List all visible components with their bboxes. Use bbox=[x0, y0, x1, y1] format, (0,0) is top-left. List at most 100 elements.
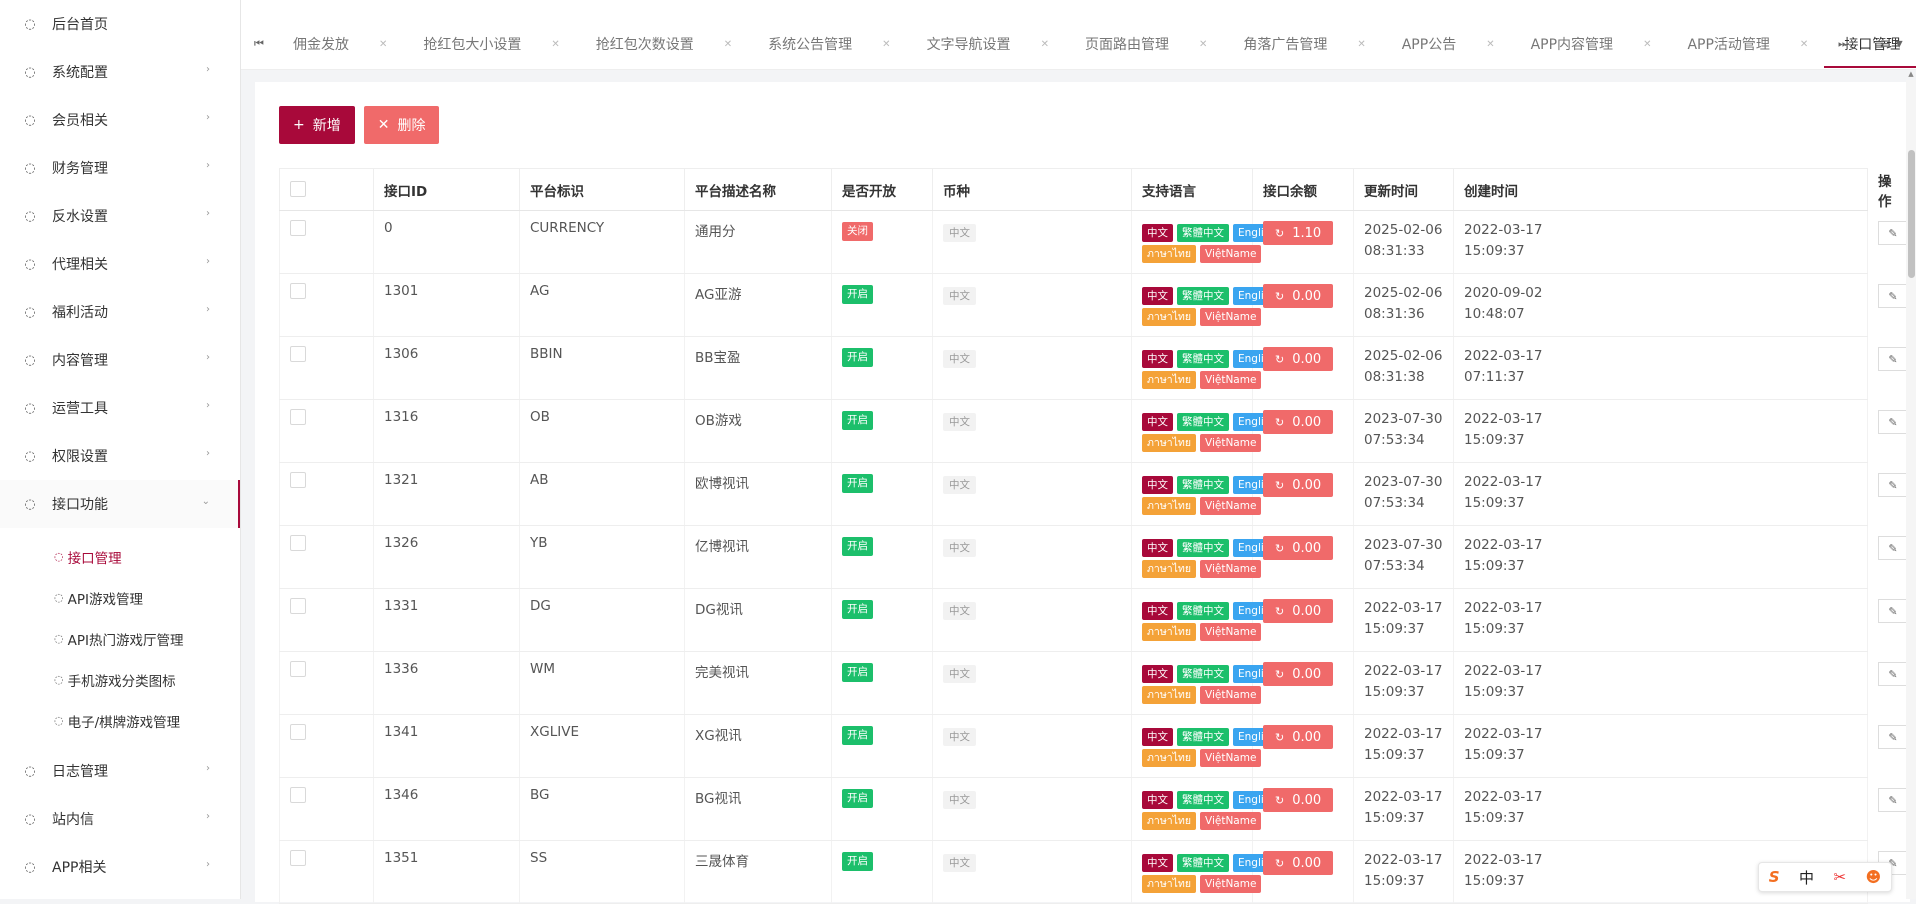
tab[interactable]: APP内容管理 ✕ bbox=[1511, 24, 1668, 64]
status-badge[interactable]: 开启 bbox=[842, 348, 873, 367]
close-icon[interactable]: ✕ bbox=[882, 39, 890, 50]
row-checkbox[interactable] bbox=[290, 850, 306, 866]
row-checkbox[interactable] bbox=[290, 535, 306, 551]
sidebar-item[interactable]: ◌ 站内信 › bbox=[0, 795, 240, 843]
status-badge[interactable]: 开启 bbox=[842, 789, 873, 808]
tab-label: 抢红包大小设置 bbox=[423, 37, 522, 53]
row-checkbox[interactable] bbox=[290, 346, 306, 362]
close-icon[interactable]: ✕ bbox=[1199, 39, 1207, 50]
refresh-balance-button[interactable]: ↻ 0.00 bbox=[1263, 788, 1334, 812]
sidebar-item[interactable]: ◌ 内容管理 › bbox=[0, 336, 240, 384]
tab[interactable]: 系统公告管理 ✕ bbox=[748, 24, 906, 64]
edit-icon[interactable]: ✎ bbox=[1878, 599, 1908, 623]
sidebar-item[interactable]: ◌ 系统配置 › bbox=[0, 48, 240, 96]
sidebar-item[interactable]: ◌ 福利活动 › bbox=[0, 288, 240, 336]
sidebar-item[interactable]: ◌ 代理相关 › bbox=[0, 240, 240, 288]
scroll-up-icon[interactable]: ▲ bbox=[1906, 70, 1916, 80]
refresh-balance-button[interactable]: ↻ 0.00 bbox=[1263, 725, 1334, 749]
sidebar-subitem[interactable]: ◌ 接口管理 bbox=[0, 536, 240, 577]
sidebar-item[interactable]: ◌ 接口功能 ⌄ bbox=[0, 480, 240, 528]
refresh-icon: ↻ bbox=[1275, 604, 1285, 618]
add-button[interactable]: + 新增 bbox=[279, 106, 355, 144]
sidebar-subitem[interactable]: ◌ 手机游戏分类图标 bbox=[0, 659, 240, 700]
sidebar-item[interactable]: ◌ APP相关 › bbox=[0, 843, 240, 891]
tab-scroll-left-icon[interactable]: ⏮ bbox=[247, 32, 271, 56]
edit-icon[interactable]: ✎ bbox=[1878, 725, 1908, 749]
refresh-balance-button[interactable]: ↻ 0.00 bbox=[1263, 284, 1334, 308]
tab[interactable]: 页面路由管理 ✕ bbox=[1065, 24, 1223, 64]
status-badge[interactable]: 关闭 bbox=[842, 222, 873, 241]
sidebar-item[interactable]: ◌ 运营工具 › bbox=[0, 384, 240, 432]
close-icon[interactable]: ✕ bbox=[1041, 39, 1049, 50]
sidebar-subitem[interactable]: ◌ API热门游戏厅管理 bbox=[0, 618, 240, 659]
status-badge[interactable]: 开启 bbox=[842, 411, 873, 430]
delete-button[interactable]: ✕ 删除 bbox=[363, 106, 440, 144]
edit-icon[interactable]: ✎ bbox=[1878, 221, 1908, 245]
tab[interactable]: 佣金发放 ✕ bbox=[273, 24, 403, 64]
row-checkbox[interactable] bbox=[290, 724, 306, 740]
select-all-checkbox[interactable] bbox=[290, 181, 306, 197]
row-checkbox[interactable] bbox=[290, 409, 306, 425]
ime-mode-toggle[interactable]: 中 bbox=[1799, 867, 1814, 888]
status-badge[interactable]: 开启 bbox=[842, 663, 873, 682]
edit-icon[interactable]: ✎ bbox=[1878, 284, 1908, 308]
status-badge[interactable]: 开启 bbox=[842, 726, 873, 745]
close-icon[interactable]: ✕ bbox=[1643, 39, 1651, 50]
row-checkbox[interactable] bbox=[290, 661, 306, 677]
tab[interactable]: 角落广告管理 ✕ bbox=[1223, 24, 1381, 64]
tab[interactable]: 文字导航设置 ✕ bbox=[907, 24, 1065, 64]
edit-icon[interactable]: ✎ bbox=[1878, 410, 1908, 434]
refresh-balance-button[interactable]: ↻ 0.00 bbox=[1263, 851, 1334, 875]
refresh-balance-button[interactable]: ↻ 0.00 bbox=[1263, 536, 1334, 560]
refresh-balance-button[interactable]: ↻ 0.00 bbox=[1263, 410, 1334, 434]
refresh-balance-button[interactable]: ↻ 0.00 bbox=[1263, 662, 1334, 686]
sidebar-item[interactable]: ◌ 财务管理 › bbox=[0, 144, 240, 192]
tab[interactable]: 抢红包大小设置 ✕ bbox=[403, 24, 575, 64]
close-icon[interactable]: ✕ bbox=[551, 39, 559, 50]
sidebar-subitem[interactable]: ◌ API游戏管理 bbox=[0, 577, 240, 618]
sidebar-item[interactable]: ◌ 日志管理 › bbox=[0, 747, 240, 795]
status-badge[interactable]: 开启 bbox=[842, 537, 873, 556]
tab[interactable]: 抢红包次数设置 ✕ bbox=[576, 24, 748, 64]
ime-logo-icon[interactable]: S bbox=[1769, 868, 1780, 886]
refresh-balance-button[interactable]: ↻ 1.10 bbox=[1263, 221, 1334, 245]
edit-icon[interactable]: ✎ bbox=[1878, 347, 1908, 371]
sidebar-item[interactable]: ◌ 反水设置 › bbox=[0, 192, 240, 240]
close-icon[interactable]: ✕ bbox=[1486, 39, 1494, 50]
row-checkbox[interactable] bbox=[290, 598, 306, 614]
edit-icon[interactable]: ✎ bbox=[1878, 536, 1908, 560]
sidebar-item-label: 站内信 bbox=[52, 812, 94, 828]
status-badge[interactable]: 开启 bbox=[842, 474, 873, 493]
tab-menu-icon[interactable]: ≡ ▾ bbox=[1871, 32, 1911, 56]
edit-icon[interactable]: ✎ bbox=[1878, 662, 1908, 686]
row-checkbox[interactable] bbox=[290, 472, 306, 488]
status-badge[interactable]: 开启 bbox=[842, 852, 873, 871]
tab[interactable]: APP活动管理 ✕ bbox=[1667, 24, 1824, 64]
chevron-right-icon: › bbox=[206, 112, 210, 123]
sidebar-item[interactable]: ◌ 权限设置 › bbox=[0, 432, 240, 480]
close-icon[interactable]: ✕ bbox=[379, 39, 387, 50]
tab[interactable]: APP公告 ✕ bbox=[1382, 24, 1511, 64]
ime-toolbar[interactable]: S 中 ✂ ☻ bbox=[1758, 862, 1892, 892]
close-icon[interactable]: ✕ bbox=[724, 39, 732, 50]
skin-icon[interactable]: ☻ bbox=[1866, 868, 1882, 886]
edit-icon[interactable]: ✎ bbox=[1878, 473, 1908, 497]
row-checkbox[interactable] bbox=[290, 283, 306, 299]
scissors-icon[interactable]: ✂ bbox=[1834, 868, 1847, 886]
refresh-balance-button[interactable]: ↻ 0.00 bbox=[1263, 347, 1334, 371]
refresh-balance-button[interactable]: ↻ 0.00 bbox=[1263, 473, 1334, 497]
status-badge[interactable]: 开启 bbox=[842, 285, 873, 304]
row-checkbox[interactable] bbox=[290, 220, 306, 236]
refresh-balance-button[interactable]: ↻ 0.00 bbox=[1263, 599, 1334, 623]
close-icon[interactable]: ✕ bbox=[1357, 39, 1365, 50]
status-badge[interactable]: 开启 bbox=[842, 600, 873, 619]
created-date: 2022-03-17 bbox=[1464, 474, 1543, 490]
sidebar-item[interactable]: ◌ 后台首页 bbox=[0, 0, 240, 48]
row-checkbox[interactable] bbox=[290, 787, 306, 803]
sidebar-item[interactable]: ◌ 会员相关 › bbox=[0, 96, 240, 144]
close-icon[interactable]: ✕ bbox=[1800, 39, 1808, 50]
tab-scroll-right-icon[interactable]: ⏭ bbox=[1831, 32, 1855, 56]
edit-icon[interactable]: ✎ bbox=[1878, 788, 1908, 812]
scrollbar-thumb[interactable] bbox=[1908, 150, 1915, 278]
sidebar-subitem[interactable]: ◌ 电子/棋牌游戏管理 bbox=[0, 700, 240, 741]
